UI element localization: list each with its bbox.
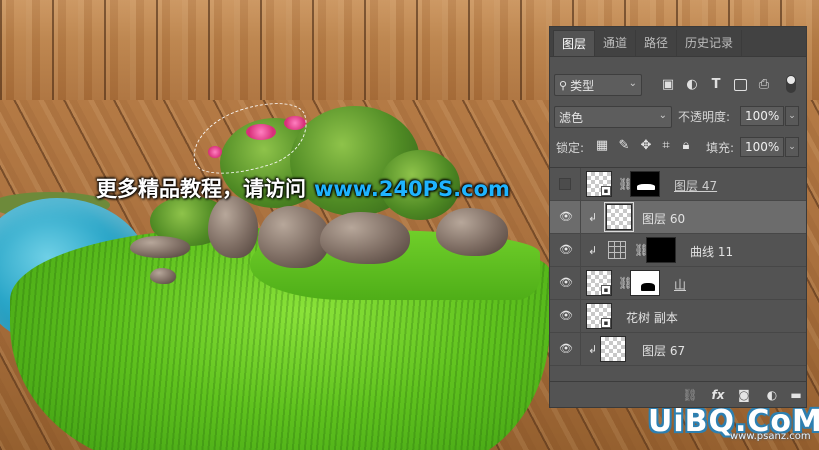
filter-toggle[interactable] bbox=[786, 75, 796, 93]
layer-name[interactable]: 图层 67 bbox=[642, 342, 685, 359]
layer-filter-row: ⚲ 类型 ⌄ ▣ ◐ T ⎙ bbox=[550, 73, 806, 97]
add-mask-icon[interactable]: ◙ bbox=[736, 387, 752, 403]
layer-thumbnail[interactable]: ▪ bbox=[586, 303, 612, 329]
layer-row[interactable]: 👁︎ ▪ ⛓ 山 bbox=[550, 267, 806, 300]
divider bbox=[580, 168, 581, 201]
panel-tabs: 图层 通道 路径 历史记录 bbox=[550, 27, 806, 57]
layer-thumbnail[interactable]: ▪ bbox=[586, 270, 612, 296]
lock-row: 锁定: ▦ ✎ ✥ ⌗ 🔒︎ 填充: 100% ⌄ bbox=[550, 135, 806, 159]
shape-filter-icon[interactable] bbox=[734, 79, 747, 91]
lock-artboard-icon[interactable]: ⌗ bbox=[658, 138, 674, 154]
divider bbox=[580, 300, 581, 333]
smart-object-badge-icon: ▪ bbox=[601, 186, 611, 196]
rock bbox=[320, 212, 410, 264]
rock bbox=[208, 196, 258, 258]
clipping-arrow-icon: ↲ bbox=[588, 343, 598, 356]
filter-kind-select[interactable]: ⚲ 类型 ⌄ bbox=[554, 74, 642, 96]
blend-mode-label: 滤色 bbox=[559, 110, 584, 125]
link-layers-icon[interactable]: ⛓ bbox=[682, 387, 698, 403]
eye-icon[interactable]: 👁︎ bbox=[559, 244, 573, 256]
lock-all-icon[interactable]: 🔒︎ bbox=[678, 138, 694, 154]
layer-name[interactable]: 曲线 11 bbox=[690, 243, 733, 260]
mask-shape bbox=[637, 184, 655, 190]
chevron-down-icon: ⌄ bbox=[658, 110, 667, 121]
layer-name[interactable]: 山 bbox=[674, 276, 686, 293]
layer-name[interactable]: 花树 副本 bbox=[626, 309, 678, 326]
lock-label: 锁定: bbox=[556, 141, 585, 155]
smart-object-badge-icon: ▪ bbox=[601, 318, 611, 328]
search-icon: ⚲ bbox=[559, 78, 568, 92]
fill-input[interactable]: 100% bbox=[740, 137, 784, 157]
opacity-input[interactable]: 100% bbox=[740, 106, 784, 126]
image-filter-icon[interactable]: ▣ bbox=[660, 77, 676, 93]
layer-thumbnail[interactable]: ▪ bbox=[586, 171, 612, 197]
chevron-down-icon: ⌄ bbox=[628, 78, 637, 89]
tab-layers[interactable]: 图层 bbox=[553, 30, 596, 56]
opacity-label: 不透明度: bbox=[678, 110, 731, 124]
layer-list: ▪ ⛓ 图层 47 👁︎ ↲ 图层 60 👁︎ ↲ ⛓ 曲线 11 👁︎ ▪ ⛓… bbox=[550, 167, 806, 379]
watermark-text: 更多精品教程，请访问 www.240PS.com bbox=[96, 173, 510, 203]
layer-mask-thumbnail[interactable] bbox=[646, 237, 676, 263]
tab-channels[interactable]: 通道 bbox=[595, 30, 637, 56]
fx-icon[interactable]: fx bbox=[710, 387, 726, 403]
layer-row[interactable]: ▪ ⛓ 图层 47 bbox=[550, 168, 806, 201]
mask-shape bbox=[641, 283, 655, 291]
blend-row: 滤色 ⌄ 不透明度: 100% ⌄ bbox=[550, 105, 806, 129]
curves-adjustment-icon[interactable] bbox=[608, 241, 626, 259]
filter-kind-label: 类型 bbox=[570, 78, 595, 93]
lock-transparent-icon[interactable]: ▦ bbox=[594, 138, 610, 154]
tab-paths[interactable]: 路径 bbox=[636, 30, 678, 56]
rock bbox=[436, 208, 508, 256]
clipping-arrow-icon: ↲ bbox=[588, 211, 598, 224]
rock bbox=[150, 268, 176, 284]
lock-brush-icon[interactable]: ✎ bbox=[616, 138, 632, 154]
layers-panel: 图层 通道 路径 历史记录 ⚲ 类型 ⌄ ▣ ◐ T ⎙ 滤色 ⌄ 不透明度: … bbox=[549, 26, 807, 408]
layer-mask-thumbnail[interactable] bbox=[630, 171, 660, 197]
layer-thumbnail[interactable] bbox=[600, 336, 626, 362]
layer-name[interactable]: 图层 60 bbox=[642, 210, 685, 227]
visibility-toggle-off[interactable] bbox=[559, 178, 571, 190]
layer-name[interactable]: 图层 47 bbox=[674, 177, 717, 194]
adjustment-filter-icon[interactable]: ◐ bbox=[684, 77, 700, 93]
eye-icon[interactable]: 👁︎ bbox=[559, 211, 573, 223]
group-folder-icon[interactable]: ▬ bbox=[788, 387, 804, 403]
fill-dropdown[interactable]: ⌄ bbox=[785, 137, 799, 157]
text-filter-icon[interactable]: T bbox=[708, 77, 724, 93]
tab-history[interactable]: 历史记录 bbox=[677, 30, 743, 56]
smart-object-filter-icon[interactable]: ⎙ bbox=[756, 77, 772, 93]
watermark-label: 更多精品教程，请访问 bbox=[96, 177, 306, 201]
eye-icon[interactable]: 👁︎ bbox=[559, 310, 573, 322]
eye-icon[interactable]: 👁︎ bbox=[559, 277, 573, 289]
layer-thumbnail[interactable] bbox=[604, 202, 634, 232]
clipping-arrow-icon: ↲ bbox=[588, 244, 598, 257]
adjustment-layer-icon[interactable]: ◐ bbox=[764, 387, 780, 403]
divider bbox=[580, 201, 581, 234]
eye-icon[interactable]: 👁︎ bbox=[559, 343, 573, 355]
layer-row[interactable]: 👁︎ ▪ 花树 副本 bbox=[550, 300, 806, 333]
lock-position-icon[interactable]: ✥ bbox=[638, 138, 654, 154]
layer-mask-thumbnail[interactable] bbox=[630, 270, 660, 296]
blend-mode-select[interactable]: 滤色 ⌄ bbox=[554, 106, 672, 128]
watermark-url: www.240PS.com bbox=[314, 177, 510, 201]
rock bbox=[130, 236, 190, 258]
layer-row[interactable]: 👁︎ ↲ ⛓ 曲线 11 bbox=[550, 234, 806, 267]
divider bbox=[580, 234, 581, 267]
divider bbox=[580, 267, 581, 300]
opacity-dropdown[interactable]: ⌄ bbox=[785, 106, 799, 126]
fill-label: 填充: bbox=[706, 141, 735, 155]
layer-row[interactable]: 👁︎ ↲ 图层 67 bbox=[550, 333, 806, 366]
panel-footer: ⛓ fx ◙ ◐ ▬ bbox=[550, 381, 806, 407]
smart-object-badge-icon: ▪ bbox=[601, 285, 611, 295]
layer-row[interactable]: 👁︎ ↲ 图层 60 bbox=[550, 201, 806, 234]
divider bbox=[580, 333, 581, 366]
brand-sub-url: www.psanz.com bbox=[730, 431, 811, 442]
